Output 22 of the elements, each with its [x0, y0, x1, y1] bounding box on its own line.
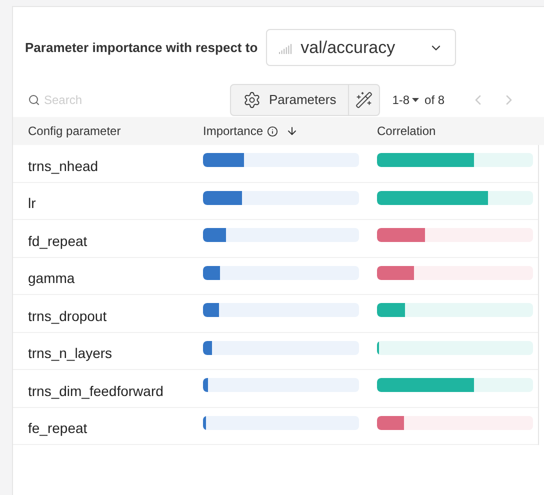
magic-wand-icon [355, 91, 374, 109]
metric-dropdown[interactable]: val/accuracy [266, 29, 456, 66]
sort-descending-icon [286, 125, 298, 137]
gear-icon [243, 91, 261, 109]
header-label: Parameter importance with respect to [25, 38, 258, 57]
parameter-name: gamma [27, 269, 76, 288]
parameter-name: trns_n_layers [27, 344, 114, 364]
parameter-name: trns_nhead [27, 156, 100, 176]
parameter-name: fd_repeat [27, 232, 88, 251]
column-header: Importance [203, 123, 264, 140]
column-header: Correlation [377, 123, 436, 140]
caret-icon [412, 98, 419, 102]
page-total: of 8 [424, 92, 445, 109]
parameter-name: trns_dropout [27, 306, 108, 326]
page-range-dropdown[interactable]: 1-8 [392, 91, 419, 109]
info-icon [267, 126, 278, 136]
search-icon [28, 94, 40, 106]
column-header: Config parameter [27, 123, 122, 140]
parameter-name: fe_repeat [27, 419, 88, 438]
parameter-name: lr [27, 194, 37, 214]
parameter-name: trns_dim_feedforward [27, 382, 164, 401]
signal-icon [278, 42, 293, 54]
